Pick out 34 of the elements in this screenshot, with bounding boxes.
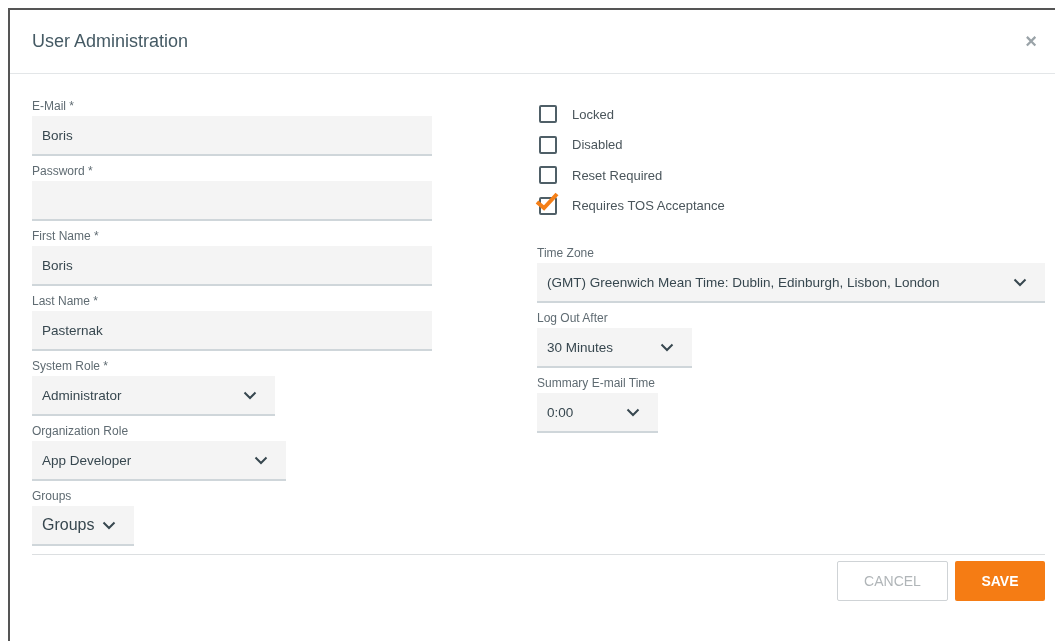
text-field[interactable]: Boris (32, 116, 432, 156)
field-label: Groups (32, 488, 72, 504)
dialog-title: User Administration (32, 31, 189, 52)
text-field[interactable]: Pasternak (32, 311, 432, 351)
dropdown[interactable]: 0:00 (537, 393, 658, 433)
text-field[interactable]: Boris (32, 246, 432, 286)
chevron-down-icon (243, 390, 257, 400)
field-label: Summary E-mail Time (537, 375, 655, 391)
field-label: First Name * (32, 228, 99, 244)
text-field[interactable] (32, 181, 432, 221)
chevron-down-icon (102, 520, 116, 530)
checkbox-label: Requires TOS Acceptance (572, 198, 725, 214)
checkbox[interactable] (539, 166, 557, 185)
field-label: Log Out After (537, 310, 608, 326)
dropdown[interactable]: (GMT) Greenwich Mean Time: Dublin, Edinburgh, Lisbon, London (537, 263, 1045, 303)
chevron-down-icon (626, 407, 640, 417)
field-label: Organization Role (32, 423, 129, 439)
chevron-down-icon (254, 455, 268, 465)
checkbox-label: Reset Required (572, 167, 663, 183)
checkbox-label: Locked (572, 106, 614, 122)
field-label: Time Zone (537, 245, 594, 261)
chevron-down-icon (660, 342, 674, 352)
dropdown[interactable]: Administrator (32, 376, 275, 416)
field-label: Last Name * (32, 293, 99, 309)
checkbox-label: Disabled (572, 137, 623, 153)
checkbox[interactable] (539, 105, 557, 124)
field-label: System Role * (32, 358, 109, 374)
chevron-down-icon (1013, 277, 1027, 287)
field-label: Password * (32, 163, 93, 179)
checkbox[interactable] (539, 135, 557, 154)
dropdown[interactable]: 30 Minutes (537, 328, 692, 368)
dropdown[interactable]: App Developer (32, 441, 286, 481)
dropdown[interactable]: Groups (32, 506, 134, 546)
field-label: E-Mail * (32, 98, 74, 114)
